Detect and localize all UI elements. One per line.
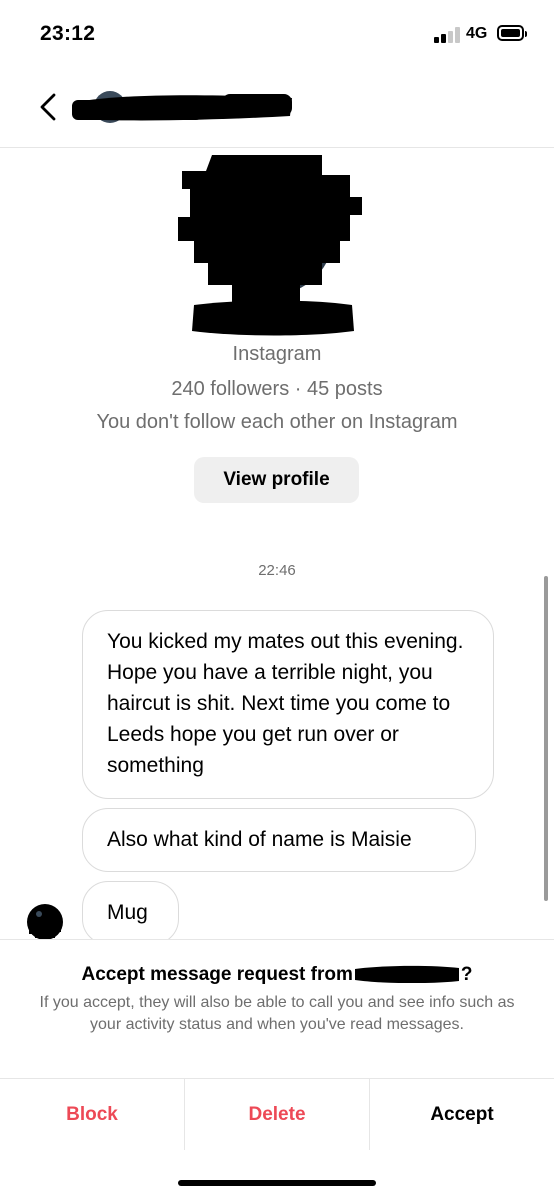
signal-strength-icon <box>434 25 460 43</box>
request-actions: Block Delete Accept <box>0 1078 554 1150</box>
network-type: 4G <box>466 25 488 42</box>
request-description: If you accept, they will also be able to… <box>39 994 515 1033</box>
chat-header <box>0 66 554 148</box>
message-bubble[interactable]: Mug <box>82 881 179 945</box>
redacted-username <box>354 965 459 983</box>
status-bar: 23:12 4G <box>0 0 554 66</box>
redacted-avatar <box>178 155 362 303</box>
block-button[interactable]: Block <box>0 1079 185 1150</box>
profile-platform: Instagram <box>232 343 322 365</box>
message-timestamp: 22:46 <box>258 562 296 579</box>
scrollbar[interactable] <box>544 576 548 901</box>
status-time: 23:12 <box>40 22 96 45</box>
delete-button[interactable]: Delete <box>185 1079 370 1150</box>
message-bubble[interactable]: Also what kind of name is Maisie <box>82 808 476 872</box>
battery-icon <box>497 25 527 41</box>
message-bubble[interactable]: You kicked my mates out this evening. Ho… <box>82 610 494 799</box>
request-title: Accept message request from? <box>0 964 554 986</box>
message-request-panel: Accept message request from? If you acce… <box>0 939 554 1200</box>
home-indicator[interactable] <box>178 1180 376 1186</box>
follow-status-note: You don't follow each other on Instagram <box>96 411 458 433</box>
accept-button[interactable]: Accept <box>370 1079 554 1150</box>
profile-stats: 240 followers · 45 posts <box>171 378 383 400</box>
request-title-suffix: ? <box>460 964 473 985</box>
chevron-left-icon[interactable] <box>36 92 60 122</box>
sender-avatar <box>27 904 63 940</box>
redacted-name <box>192 300 354 336</box>
redacted-username[interactable] <box>72 86 294 124</box>
view-profile-button[interactable]: View profile <box>194 457 359 503</box>
request-title-prefix: Accept message request from <box>81 964 353 985</box>
